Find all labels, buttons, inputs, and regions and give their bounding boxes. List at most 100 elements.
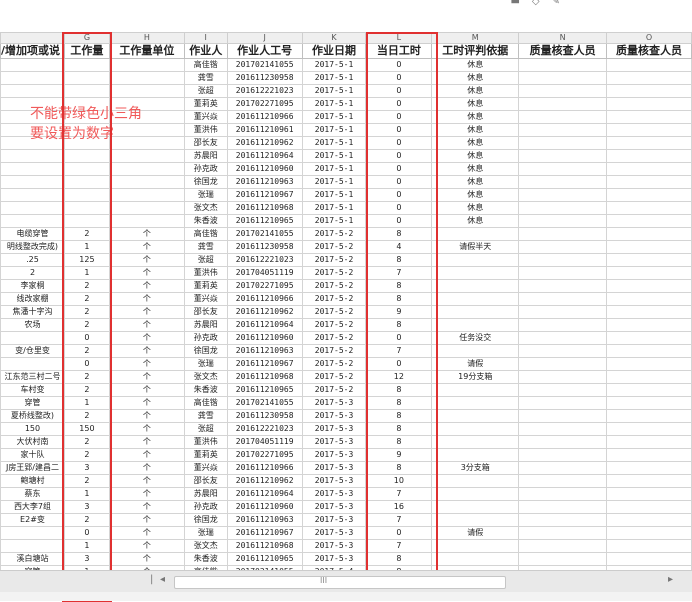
table-cell[interactable]: 张文杰 (183, 370, 228, 384)
table-cell[interactable]: 0 (63, 526, 110, 540)
column-letter[interactable] (0, 32, 65, 44)
column-header[interactable]: 作业人 (183, 43, 228, 59)
table-cell[interactable]: 201611210963 (226, 344, 303, 358)
table-cell[interactable] (606, 214, 692, 228)
table-cell[interactable] (431, 409, 520, 423)
table-cell[interactable]: J房王郢/建昌二 (0, 461, 65, 475)
table-cell[interactable] (108, 175, 185, 189)
table-cell[interactable]: 0 (365, 175, 433, 189)
table-cell[interactable]: 个 (108, 266, 185, 280)
table-cell[interactable]: 2017-5-2 (301, 370, 367, 384)
table-cell[interactable]: 201702141055 (226, 396, 303, 410)
table-cell[interactable]: 2 (63, 435, 110, 449)
table-cell[interactable] (108, 188, 185, 202)
column-header[interactable]: 工时评判依据 (431, 43, 520, 59)
table-cell[interactable]: 8 (365, 227, 433, 241)
table-cell[interactable]: 董兴焱 (183, 110, 228, 124)
table-cell[interactable] (0, 84, 65, 98)
table-cell[interactable] (518, 84, 608, 98)
table-cell[interactable] (606, 188, 692, 202)
table-cell[interactable]: 2 (63, 227, 110, 241)
table-cell[interactable]: 3 (63, 461, 110, 475)
table-cell[interactable]: 201611210968 (226, 201, 303, 215)
table-cell[interactable]: 2017-5-2 (301, 344, 367, 358)
table-cell[interactable]: 个 (108, 331, 185, 345)
column-header[interactable]: 质量核查人员 (518, 43, 608, 59)
table-cell[interactable]: 7 (365, 487, 433, 501)
column-letter[interactable]: O (606, 32, 692, 44)
table-cell[interactable]: 3分支箱 (431, 461, 520, 475)
table-cell[interactable] (606, 266, 692, 280)
table-cell[interactable]: 龚雪 (183, 240, 228, 254)
table-cell[interactable]: 9 (365, 448, 433, 462)
table-cell[interactable]: 0 (365, 188, 433, 202)
table-cell[interactable]: 2017-5-3 (301, 539, 367, 553)
column-header[interactable]: 作业人工号 (226, 43, 303, 59)
table-cell[interactable]: 8 (365, 422, 433, 436)
table-cell[interactable]: 董莉英 (183, 448, 228, 462)
table-cell[interactable]: 201704051119 (226, 266, 303, 280)
table-cell[interactable]: 2017-5-1 (301, 97, 367, 111)
table-cell[interactable] (606, 422, 692, 436)
table-cell[interactable] (606, 110, 692, 124)
table-cell[interactable] (606, 279, 692, 293)
table-cell[interactable] (431, 487, 520, 501)
column-letter[interactable]: L (365, 32, 433, 44)
table-cell[interactable]: 201612221023 (226, 422, 303, 436)
table-cell[interactable]: 线改家棚 (0, 292, 65, 306)
table-cell[interactable]: 201611210964 (226, 487, 303, 501)
table-cell[interactable]: 0 (63, 357, 110, 371)
table-cell[interactable] (606, 487, 692, 501)
table-cell[interactable] (0, 58, 65, 72)
table-cell[interactable] (108, 162, 185, 176)
column-header[interactable]: 工作量 (63, 43, 110, 59)
table-cell[interactable] (431, 422, 520, 436)
table-cell[interactable] (0, 175, 65, 189)
table-cell[interactable]: 休息 (431, 136, 520, 150)
table-cell[interactable] (606, 370, 692, 384)
table-cell[interactable]: 2017-5-1 (301, 123, 367, 137)
table-cell[interactable] (518, 279, 608, 293)
table-cell[interactable]: 苏晨阳 (183, 149, 228, 163)
table-cell[interactable]: 个 (108, 552, 185, 566)
table-cell[interactable] (518, 253, 608, 267)
table-cell[interactable] (431, 513, 520, 527)
table-cell[interactable]: 张文杰 (183, 539, 228, 553)
table-cell[interactable] (518, 552, 608, 566)
table-cell[interactable]: 0 (365, 357, 433, 371)
table-cell[interactable]: 张瑞 (183, 526, 228, 540)
table-cell[interactable] (518, 409, 608, 423)
table-cell[interactable] (606, 240, 692, 254)
minimize-icon[interactable]: ▬ (510, 0, 525, 7)
table-cell[interactable]: 2017-5-1 (301, 201, 367, 215)
table-cell[interactable]: 董洪伟 (183, 435, 228, 449)
table-cell[interactable] (518, 461, 608, 475)
table-cell[interactable]: 1 (63, 487, 110, 501)
column-header[interactable]: 当日工时 (365, 43, 433, 59)
table-cell[interactable]: 2 (63, 513, 110, 527)
table-cell[interactable]: 7 (365, 344, 433, 358)
table-cell[interactable] (606, 526, 692, 540)
table-cell[interactable]: 201611210960 (226, 500, 303, 514)
table-cell[interactable]: 朱香波 (183, 383, 228, 397)
table-cell[interactable]: 2 (63, 279, 110, 293)
table-cell[interactable]: 2017-5-3 (301, 448, 367, 462)
table-cell[interactable]: 请假半天 (431, 240, 520, 254)
column-letter[interactable]: K (301, 32, 367, 44)
table-cell[interactable]: 个 (108, 370, 185, 384)
table-cell[interactable]: 2 (63, 292, 110, 306)
scroll-right-icon[interactable]: ▸ (668, 574, 673, 585)
table-cell[interactable]: 201611210967 (226, 526, 303, 540)
table-cell[interactable] (606, 123, 692, 137)
table-cell[interactable]: 农场 (0, 318, 65, 332)
table-cell[interactable] (108, 149, 185, 163)
table-cell[interactable]: 7 (365, 513, 433, 527)
table-cell[interactable]: 明线整改完成) (0, 240, 65, 254)
table-cell[interactable]: 2 (63, 305, 110, 319)
table-cell[interactable]: 家十队 (0, 448, 65, 462)
column-letter[interactable]: H (108, 32, 185, 44)
table-cell[interactable]: 2017-5-2 (301, 331, 367, 345)
table-cell[interactable]: 1 (63, 266, 110, 280)
table-cell[interactable]: 董洪伟 (183, 123, 228, 137)
table-cell[interactable] (606, 500, 692, 514)
